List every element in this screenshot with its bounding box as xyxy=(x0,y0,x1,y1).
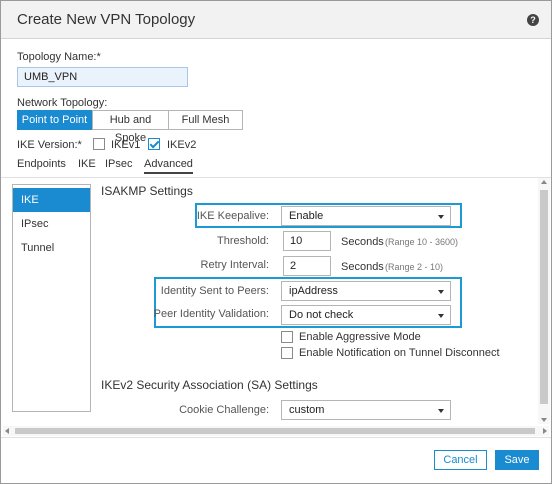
ikev1-checkbox[interactable] xyxy=(93,138,105,150)
identity-sent-label: Identity Sent to Peers: xyxy=(160,285,269,297)
tunnel-notification-checkbox[interactable] xyxy=(281,347,293,359)
footer-divider xyxy=(1,437,551,438)
tab-advanced[interactable]: Advanced xyxy=(144,158,193,174)
ike-keepalive-label: IKE Keepalive: xyxy=(196,210,269,222)
vertical-scroll-thumb[interactable] xyxy=(540,190,548,404)
peer-validation-value: Do not check xyxy=(289,309,354,321)
scroll-left-icon[interactable] xyxy=(5,428,9,434)
topology-name-label: Topology Name:* xyxy=(17,51,101,63)
cookie-challenge-value: custom xyxy=(289,404,325,416)
point-to-point-button[interactable]: Point to Point xyxy=(17,110,92,130)
tunnel-notification-label: Enable Notification on Tunnel Disconnect xyxy=(299,347,500,359)
ike-keepalive-value: Enable xyxy=(289,210,324,222)
ike-keepalive-select[interactable]: Enable xyxy=(281,206,451,226)
help-icon[interactable]: ? xyxy=(527,14,539,26)
vertical-scrollbar[interactable] xyxy=(538,178,550,424)
horizontal-scroll-thumb[interactable] xyxy=(15,428,535,434)
tab-ipsec[interactable]: IPsec xyxy=(105,158,133,170)
cookie-challenge-select[interactable]: custom xyxy=(281,400,451,420)
dialog-header: Create New VPN Topology ? xyxy=(1,1,551,39)
tab-endpoints[interactable]: Endpoints xyxy=(17,158,66,170)
save-button[interactable]: Save xyxy=(495,450,539,470)
chevron-down-icon xyxy=(438,215,444,219)
threshold-range: (Range 10 - 3600) xyxy=(385,237,459,247)
retry-interval-range: (Range 2 - 10) xyxy=(385,262,444,272)
hub-and-spoke-button[interactable]: Hub and Spoke xyxy=(92,110,169,144)
scroll-right-icon[interactable] xyxy=(543,428,547,434)
retry-interval-unit: Seconds xyxy=(341,261,384,273)
retry-interval-input[interactable]: 2 xyxy=(283,256,331,276)
scroll-up-icon[interactable] xyxy=(541,180,547,184)
threshold-input[interactable]: 10 xyxy=(283,231,331,251)
identity-sent-select[interactable]: ipAddress xyxy=(281,281,451,301)
ikev2-sa-heading: IKEv2 Security Association (SA) Settings xyxy=(101,378,318,392)
vpn-topology-dialog: Create New VPN Topology ? Topology Name:… xyxy=(0,0,552,484)
threshold-unit: Seconds xyxy=(341,236,384,248)
chevron-down-icon xyxy=(438,314,444,318)
isakmp-settings-heading: ISAKMP Settings xyxy=(101,184,193,198)
tab-ike[interactable]: IKE xyxy=(78,158,96,170)
scroll-down-icon[interactable] xyxy=(541,418,547,422)
nav-item-ike[interactable]: IKE xyxy=(13,188,90,212)
retry-interval-label: Retry Interval: xyxy=(200,259,269,271)
ike-version-label: IKE Version:* xyxy=(17,139,82,151)
advanced-side-nav: IKE IPsec Tunnel xyxy=(12,184,91,412)
nav-item-ipsec[interactable]: IPsec xyxy=(13,212,90,236)
peer-validation-label: Peer Identity Validation: xyxy=(153,308,269,320)
chevron-down-icon xyxy=(438,409,444,413)
cancel-button[interactable]: Cancel xyxy=(434,450,487,470)
identity-sent-value: ipAddress xyxy=(289,285,338,297)
topology-name-input[interactable]: UMB_VPN xyxy=(17,67,188,87)
ikev2-checkbox[interactable] xyxy=(148,138,160,150)
ikev2-label: IKEv2 xyxy=(167,139,197,151)
chevron-down-icon xyxy=(438,290,444,294)
aggressive-mode-label: Enable Aggressive Mode xyxy=(299,331,421,343)
nav-item-tunnel[interactable]: Tunnel xyxy=(13,236,90,260)
full-mesh-button[interactable]: Full Mesh xyxy=(168,110,243,130)
threshold-label: Threshold: xyxy=(217,235,269,247)
ikev1-label: IKEv1 xyxy=(111,139,141,151)
tab-divider xyxy=(1,177,551,178)
peer-validation-select[interactable]: Do not check xyxy=(281,305,451,325)
aggressive-mode-checkbox[interactable] xyxy=(281,331,293,343)
network-topology-label: Network Topology: xyxy=(17,97,108,109)
dialog-title: Create New VPN Topology xyxy=(17,11,196,28)
cookie-challenge-label: Cookie Challenge: xyxy=(179,404,269,416)
horizontal-scrollbar[interactable] xyxy=(3,426,549,436)
